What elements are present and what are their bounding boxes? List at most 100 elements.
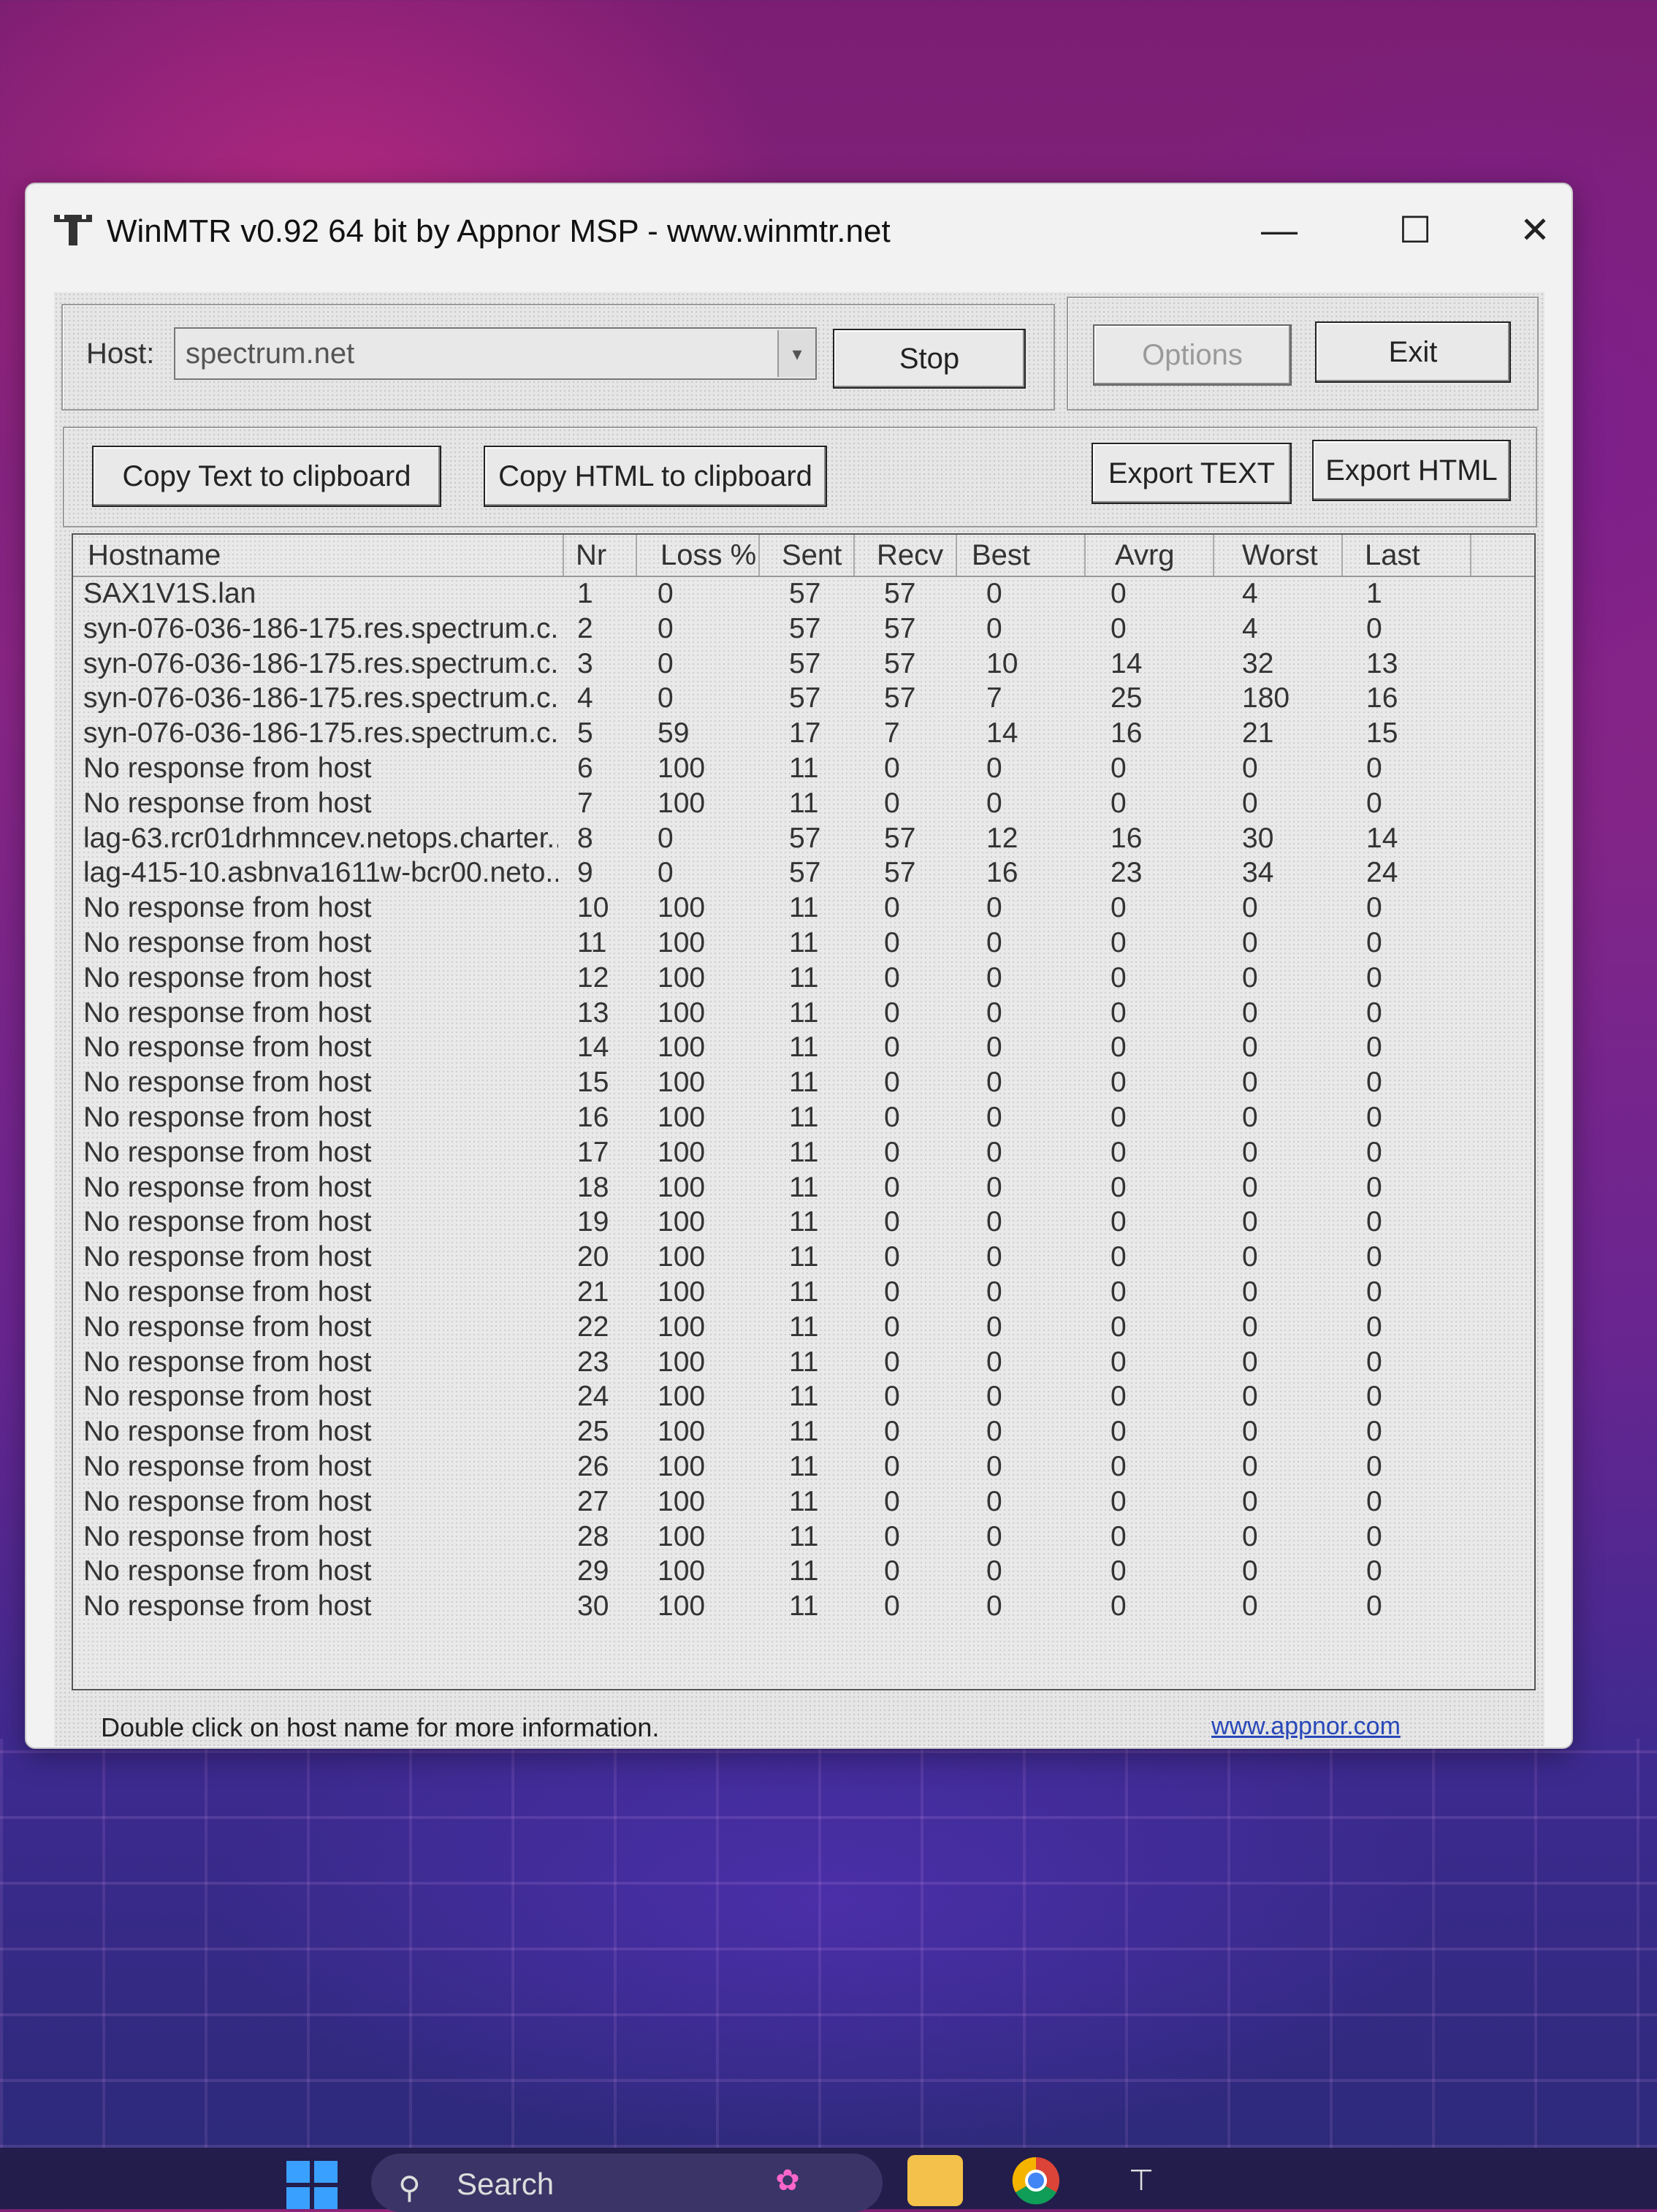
table-row[interactable]: No response from host 18 100 11 0 0 0 0 0 — [73, 1171, 1534, 1206]
table-row[interactable]: No response from host 26 100 11 0 0 0 0 0 — [73, 1450, 1534, 1485]
table-row[interactable]: SAX1V1S.lan 1 0 57 57 0 0 4 1 — [73, 577, 1534, 612]
column-recv[interactable]: Recv — [855, 535, 957, 576]
cell-best: 0 — [986, 926, 1002, 958]
cell-hostname: No response from host — [83, 996, 372, 1029]
cell-avrg: 25 — [1111, 682, 1143, 714]
copy-html-button[interactable]: Copy HTML to clipboard — [484, 446, 827, 507]
column-last[interactable]: Last — [1343, 535, 1471, 576]
table-row[interactable]: syn-076-036-186-175.res.spectrum.c... 4 0 5… — [73, 682, 1534, 717]
table-row[interactable]: syn-076-036-186-175.res.spectrum.c... 5 59… — [73, 717, 1534, 752]
export-html-button[interactable]: Export HTML — [1312, 440, 1511, 501]
cell-best: 0 — [986, 1275, 1002, 1308]
cell-hostname: No response from host — [83, 892, 372, 924]
cell-avrg: 0 — [1111, 612, 1127, 644]
table-row[interactable]: No response from host 6 100 11 0 0 0 0 0 — [73, 752, 1534, 787]
cell-sent: 57 — [789, 647, 821, 679]
table-row[interactable]: syn-076-036-186-175.res.spectrum.c... 2 0 5… — [73, 612, 1534, 647]
maximize-icon[interactable]: ☐ — [1382, 205, 1448, 256]
minimize-icon[interactable]: — — [1246, 205, 1312, 256]
table-row[interactable]: No response from host 29 100 11 0 0 0 0 0 — [73, 1555, 1534, 1590]
cell-nr: 14 — [577, 1031, 609, 1064]
cell-recv: 0 — [884, 1241, 900, 1273]
cell-avrg: 0 — [1111, 1311, 1127, 1343]
cell-nr: 12 — [577, 961, 609, 994]
host-input[interactable] — [174, 327, 817, 380]
cell-last: 0 — [1366, 996, 1382, 1029]
table-row[interactable]: lag-63.rcr01drhmncev.netops.charter... 8 0… — [73, 822, 1534, 857]
cell-recv: 0 — [884, 1450, 900, 1482]
cell-sent: 11 — [789, 1101, 819, 1133]
column-loss[interactable]: Loss % — [637, 535, 760, 576]
table-row[interactable]: No response from host 20 100 11 0 0 0 0 0 — [73, 1240, 1534, 1275]
column-hostname[interactable]: Hostname — [73, 535, 564, 576]
cell-recv: 0 — [884, 1031, 900, 1064]
cell-worst: 0 — [1242, 1275, 1258, 1308]
options-button[interactable]: Options — [1093, 324, 1292, 386]
table-row[interactable]: No response from host 17 100 11 0 0 0 0 0 — [73, 1136, 1534, 1171]
appnor-link[interactable]: www.appnor.com — [1211, 1712, 1401, 1741]
table-row[interactable]: No response from host 16 100 11 0 0 0 0 0 — [73, 1101, 1534, 1136]
table-row[interactable]: No response from host 28 100 11 0 0 0 0 0 — [73, 1520, 1534, 1555]
table-row[interactable]: No response from host 19 100 11 0 0 0 0 0 — [73, 1205, 1534, 1240]
results-table[interactable]: Hostname Nr Loss % Sent Recv Best Avrg W… — [72, 533, 1536, 1690]
cell-hostname: No response from host — [83, 1101, 372, 1133]
status-hint: Double click on host name for more infor… — [101, 1712, 660, 1742]
table-row[interactable]: No response from host 25 100 11 0 0 0 0 0 — [73, 1415, 1534, 1450]
table-row[interactable]: No response from host 27 100 11 0 0 0 0 0 — [73, 1485, 1534, 1520]
exit-button[interactable]: Exit — [1315, 321, 1511, 383]
column-nr[interactable]: Nr — [564, 535, 637, 576]
table-row[interactable]: No response from host 7 100 11 0 0 0 0 0 — [73, 787, 1534, 822]
cell-nr: 25 — [577, 1416, 609, 1448]
table-row[interactable]: No response from host 30 100 11 0 0 0 0 0 — [73, 1590, 1534, 1625]
table-row[interactable]: No response from host 23 100 11 0 0 0 0 0 — [73, 1346, 1534, 1381]
file-explorer-icon[interactable] — [907, 2155, 963, 2206]
cell-hostname: lag-63.rcr01drhmncev.netops.charter... — [83, 822, 558, 854]
cell-sent: 11 — [789, 1275, 819, 1308]
cell-sent: 57 — [789, 682, 821, 714]
table-row[interactable]: lag-415-10.asbnva1611w-bcr00.neto... 9 0 57… — [73, 856, 1534, 891]
table-row[interactable]: No response from host 15 100 11 0 0 0 0 0 — [73, 1066, 1534, 1101]
column-worst[interactable]: Worst — [1214, 535, 1343, 576]
client-area: Host: ▾ Stop Options Exit Copy Text to c… — [54, 292, 1544, 1746]
cell-best: 0 — [986, 1101, 1002, 1133]
cell-loss: 100 — [658, 1171, 706, 1203]
cell-last: 0 — [1366, 612, 1382, 644]
table-row[interactable]: syn-076-036-186-175.res.spectrum.c... 3 0 5… — [73, 647, 1534, 682]
table-row[interactable]: No response from host 12 100 11 0 0 0 0 0 — [73, 961, 1534, 996]
cell-sent: 11 — [789, 1206, 819, 1238]
close-icon[interactable]: ✕ — [1502, 205, 1568, 256]
widgets-icon[interactable]: ✿ — [760, 2155, 815, 2206]
chevron-down-icon[interactable]: ▾ — [777, 330, 815, 377]
copy-text-button[interactable]: Copy Text to clipboard — [92, 446, 441, 507]
column-avrg[interactable]: Avrg — [1086, 535, 1214, 576]
cell-best: 0 — [986, 1346, 1002, 1378]
cell-last: 16 — [1366, 682, 1398, 714]
cell-avrg: 0 — [1111, 1101, 1127, 1133]
cell-last: 0 — [1366, 752, 1382, 784]
windows-start-icon[interactable] — [286, 2161, 338, 2209]
title-bar[interactable]: WinMTR v0.92 64 bit by Appnor MSP - www.… — [26, 184, 1572, 279]
cell-sent: 11 — [789, 1311, 819, 1343]
cell-sent: 11 — [789, 961, 819, 994]
cell-last: 0 — [1366, 1416, 1382, 1448]
table-row[interactable]: No response from host 14 100 11 0 0 0 0 0 — [73, 1031, 1534, 1066]
column-best[interactable]: Best — [957, 535, 1086, 576]
table-row[interactable]: No response from host 21 100 11 0 0 0 0 0 — [73, 1275, 1534, 1311]
chrome-icon[interactable] — [1008, 2155, 1064, 2206]
table-row[interactable]: No response from host 22 100 11 0 0 0 0 0 — [73, 1311, 1534, 1346]
table-row[interactable]: No response from host 24 100 11 0 0 0 0 0 — [73, 1380, 1534, 1415]
stop-button[interactable]: Stop — [833, 329, 1026, 389]
cell-hostname: No response from host — [83, 1416, 372, 1448]
table-row[interactable]: No response from host 13 100 11 0 0 0 0 0 — [73, 996, 1534, 1031]
cell-avrg: 14 — [1111, 647, 1143, 679]
column-sent[interactable]: Sent — [760, 535, 855, 576]
table-row[interactable]: No response from host 11 100 11 0 0 0 0 0 — [73, 926, 1534, 961]
export-text-button[interactable]: Export TEXT — [1092, 443, 1292, 504]
cell-loss: 0 — [658, 578, 674, 609]
cell-recv: 57 — [884, 682, 916, 714]
winmtr-taskbar-icon[interactable]: ⊤ — [1113, 2155, 1169, 2206]
cell-best: 0 — [986, 1555, 1002, 1587]
cell-hostname: No response from host — [83, 1346, 372, 1378]
table-row[interactable]: No response from host 10 100 11 0 0 0 0 0 — [73, 891, 1534, 926]
cell-loss: 100 — [658, 1067, 706, 1099]
